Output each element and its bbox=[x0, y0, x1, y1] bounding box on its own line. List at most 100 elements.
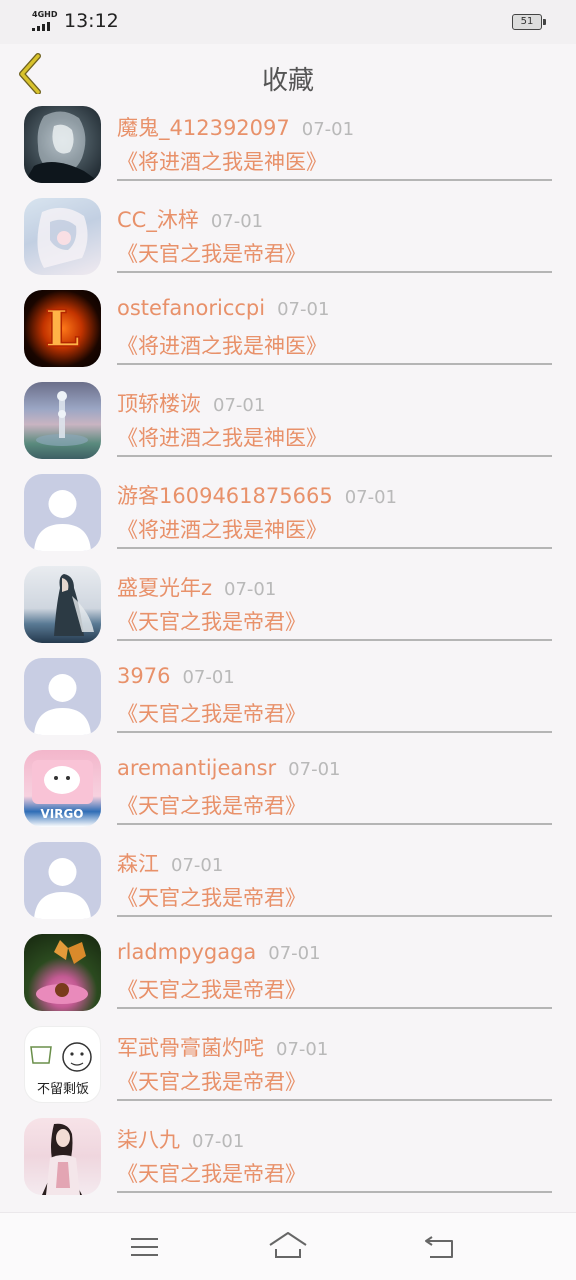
book-title[interactable]: 《天官之我是帝君》 bbox=[117, 606, 306, 636]
date: 07-01 bbox=[288, 759, 341, 780]
date: 07-01 bbox=[268, 943, 321, 964]
book-title[interactable]: 《将进酒之我是神医》 bbox=[117, 422, 327, 452]
meme-caption: 不留剩饭 bbox=[37, 1082, 89, 1097]
divider bbox=[117, 639, 552, 641]
list-item[interactable]: 魔鬼_412392097 07-01 《将进酒之我是神医》 bbox=[0, 98, 576, 190]
list-item[interactable]: 不留剩饭 军武骨膏菌灼咤 07-01 《天官之我是帝君》 bbox=[0, 1018, 576, 1110]
username[interactable]: 柒八九 bbox=[117, 1128, 180, 1152]
date: 07-01 bbox=[344, 487, 398, 508]
avatar[interactable] bbox=[24, 474, 101, 551]
username[interactable]: 森江 bbox=[117, 852, 159, 876]
signal-icon: 4GHD bbox=[32, 10, 60, 34]
avatar[interactable]: L bbox=[24, 290, 101, 367]
name-line: 游客1609461875665 07-01 bbox=[117, 480, 397, 510]
username[interactable]: 顶轿楼诙 bbox=[117, 392, 201, 416]
name-line: 盛夏光年z 07-01 bbox=[117, 572, 276, 602]
list-item[interactable]: 柒八九 07-01 《天官之我是帝君》 bbox=[0, 1110, 576, 1202]
system-nav-bar bbox=[0, 1212, 576, 1280]
avatar[interactable] bbox=[24, 842, 101, 919]
divider bbox=[117, 1007, 552, 1009]
back-nav-button[interactable] bbox=[418, 1227, 462, 1267]
battery-level: 51 bbox=[520, 16, 534, 27]
divider bbox=[117, 1099, 552, 1101]
date: 07-01 bbox=[301, 119, 355, 140]
divider bbox=[117, 731, 552, 733]
list-item[interactable]: 森江 07-01 《天官之我是帝君》 bbox=[0, 834, 576, 926]
name-line: 3976 07-01 bbox=[117, 664, 235, 688]
username[interactable]: CC_沐梓 bbox=[117, 208, 199, 232]
flame-letter: L bbox=[45, 299, 80, 358]
menu-button[interactable] bbox=[122, 1227, 166, 1267]
date: 07-01 bbox=[210, 211, 264, 232]
avatar[interactable]: VIRGO bbox=[24, 750, 101, 827]
menu-icon bbox=[131, 1238, 158, 1256]
username[interactable]: 盛夏光年z bbox=[117, 576, 212, 600]
avatar[interactable] bbox=[24, 934, 101, 1011]
status-bar: 4GHD 13:12 51 bbox=[0, 0, 576, 44]
username[interactable]: ostefanoriccpi bbox=[117, 296, 265, 320]
book-title[interactable]: 《天官之我是帝君》 bbox=[117, 238, 306, 268]
divider bbox=[117, 915, 552, 917]
avatar[interactable]: 不留剩饭 bbox=[24, 1026, 101, 1103]
list-item[interactable]: VIRGO aremantijeansr 07-01 《天官之我是帝君》 bbox=[0, 742, 576, 834]
name-line: CC_沐梓 07-01 bbox=[117, 204, 263, 234]
list-item[interactable]: 3976 07-01 《天官之我是帝君》 bbox=[0, 650, 576, 742]
virgo-text: VIRGO bbox=[40, 807, 83, 821]
username[interactable]: rladmpygaga bbox=[117, 940, 256, 964]
date: 07-01 bbox=[182, 667, 235, 688]
date: 07-01 bbox=[224, 579, 277, 600]
date: 07-01 bbox=[277, 299, 330, 320]
avatar[interactable] bbox=[24, 198, 101, 275]
username[interactable]: 游客1609461875665 bbox=[117, 484, 333, 508]
book-title[interactable]: 《天官之我是帝君》 bbox=[117, 974, 306, 1004]
book-title[interactable]: 《将进酒之我是神医》 bbox=[117, 514, 327, 544]
avatar[interactable] bbox=[24, 658, 101, 735]
divider bbox=[117, 547, 552, 549]
divider bbox=[117, 271, 552, 273]
list-item-partial[interactable] bbox=[0, 1202, 576, 1210]
name-line: 魔鬼_412392097 07-01 bbox=[117, 112, 354, 142]
date: 07-01 bbox=[192, 1131, 245, 1152]
avatar[interactable] bbox=[24, 382, 101, 459]
username[interactable]: 3976 bbox=[117, 664, 170, 688]
list-item[interactable]: 盛夏光年z 07-01 《天官之我是帝君》 bbox=[0, 558, 576, 650]
date: 07-01 bbox=[276, 1039, 329, 1060]
book-title[interactable]: 《天官之我是帝君》 bbox=[117, 790, 306, 820]
list-item[interactable]: CC_沐梓 07-01 《天官之我是帝君》 bbox=[0, 190, 576, 282]
book-title[interactable]: 《天官之我是帝君》 bbox=[117, 882, 306, 912]
divider bbox=[117, 1191, 552, 1193]
avatar[interactable] bbox=[24, 106, 101, 183]
default-person-icon bbox=[34, 858, 91, 919]
book-title[interactable]: 《将进酒之我是神医》 bbox=[117, 146, 327, 176]
list-item[interactable]: 游客1609461875665 07-01 《将进酒之我是神医》 bbox=[0, 466, 576, 558]
name-line: 柒八九 07-01 bbox=[117, 1124, 244, 1154]
home-icon bbox=[269, 1232, 307, 1258]
page-title: 收藏 bbox=[261, 66, 314, 96]
name-line: 顶轿楼诙 07-01 bbox=[117, 388, 265, 418]
list-item[interactable]: 顶轿楼诙 07-01 《将进酒之我是神医》 bbox=[0, 374, 576, 466]
name-line: 森江 07-01 bbox=[117, 848, 223, 878]
divider bbox=[117, 455, 552, 457]
battery-icon: 51 bbox=[512, 14, 546, 30]
username[interactable]: 魔鬼_412392097 bbox=[117, 116, 290, 140]
app-header: 收藏 bbox=[0, 44, 576, 96]
date: 07-01 bbox=[171, 855, 224, 876]
favorites-list: 魔鬼_412392097 07-01 《将进酒之我是神医》 CC_沐梓 07-01 … bbox=[0, 98, 576, 1210]
avatar[interactable] bbox=[24, 566, 101, 643]
list-item[interactable]: rladmpygaga 07-01 《天官之我是帝君》 bbox=[0, 926, 576, 1018]
book-title[interactable]: 《天官之我是帝君》 bbox=[117, 1066, 306, 1096]
username[interactable]: 军武骨膏菌灼咤 bbox=[117, 1036, 264, 1060]
divider bbox=[117, 823, 552, 825]
return-icon bbox=[425, 1236, 453, 1258]
book-title[interactable]: 《天官之我是帝君》 bbox=[117, 698, 306, 728]
home-button[interactable] bbox=[266, 1227, 310, 1267]
book-title[interactable]: 《天官之我是帝君》 bbox=[117, 1158, 306, 1188]
status-time: 13:12 bbox=[64, 10, 119, 32]
avatar[interactable] bbox=[24, 1118, 101, 1195]
network-type: 4GHD bbox=[32, 10, 58, 19]
list-item[interactable]: L ostefanoriccpi 07-01 《将进酒之我是神医》 bbox=[0, 282, 576, 374]
divider bbox=[117, 179, 552, 181]
username[interactable]: aremantijeansr bbox=[117, 756, 276, 780]
book-title[interactable]: 《将进酒之我是神医》 bbox=[117, 330, 327, 360]
default-person-icon bbox=[34, 674, 91, 735]
